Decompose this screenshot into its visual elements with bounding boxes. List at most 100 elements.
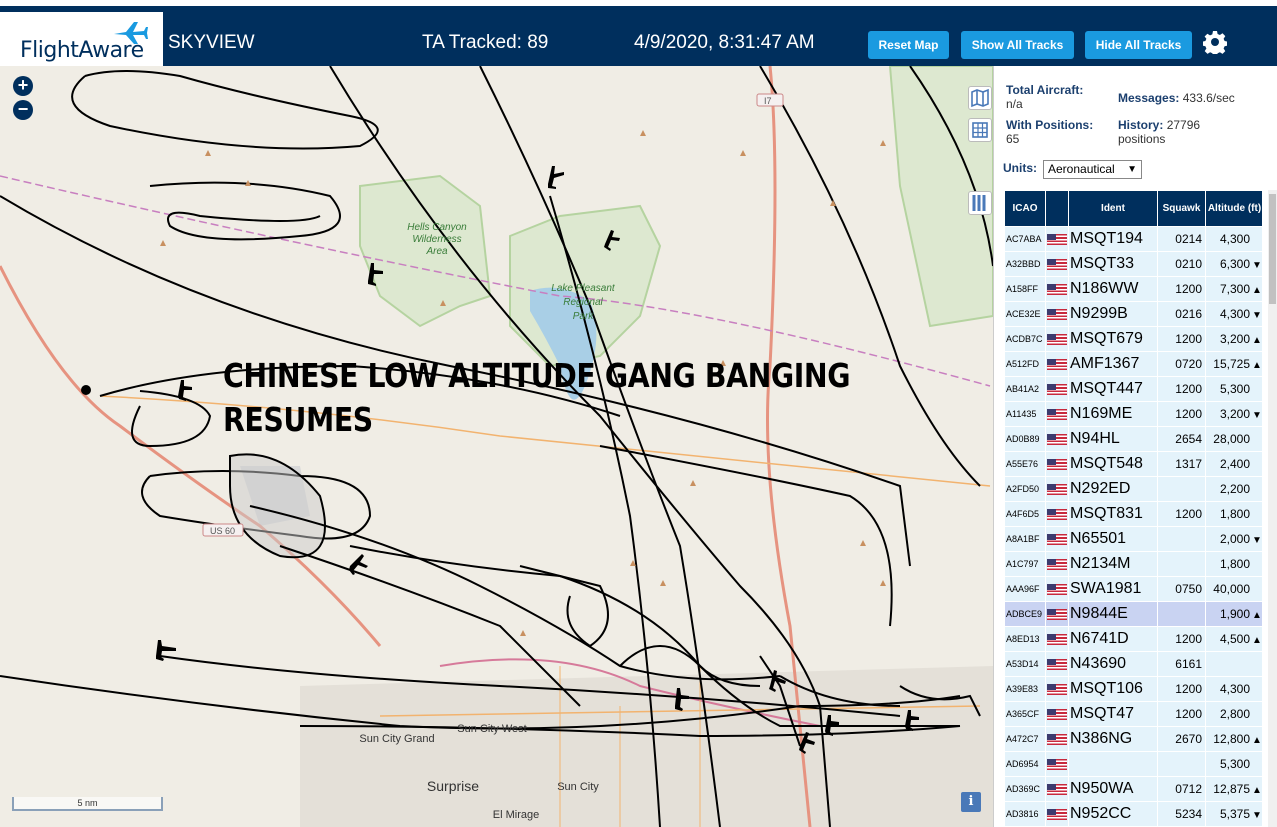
table-row[interactable]: A8A1BF N65501 2,000 ▼ [1005, 527, 1262, 551]
cell-squawk: 2670 [1158, 727, 1205, 751]
cell-flag [1046, 402, 1068, 426]
cell-altitude: 4,300 [1206, 677, 1262, 701]
table-row[interactable]: A8ED13 N6741D 1200 4,500 ▲ [1005, 627, 1262, 651]
us-flag-icon [1047, 784, 1067, 796]
cell-icao: AD6954 [1005, 752, 1045, 776]
altitude-value: 2,000 [1219, 532, 1250, 546]
altitude-value: 12,800 [1213, 732, 1250, 746]
label-hells-canyon: Hells Canyon [407, 222, 467, 233]
cell-flag [1046, 627, 1068, 651]
col-ident[interactable]: Ident [1069, 191, 1157, 226]
col-squawk[interactable]: Squawk [1158, 191, 1205, 226]
total-aircraft-value: n/a [1006, 97, 1023, 111]
zoom-in-button[interactable]: + [13, 76, 33, 96]
cell-altitude: 4,300 [1206, 227, 1262, 251]
table-row[interactable]: AD3816 N952CC 5234 5,375 ▼ [1005, 802, 1262, 826]
grid-toggle-button[interactable] [968, 118, 992, 142]
cell-altitude: 3,200 ▲ [1206, 327, 1262, 351]
cell-squawk: 1200 [1158, 377, 1205, 401]
us-flag-icon [1047, 259, 1067, 271]
units-select[interactable]: Aeronautical ▼ [1043, 160, 1142, 179]
zoom-out-button[interactable]: − [13, 100, 33, 120]
cell-icao: A8A1BF [1005, 527, 1045, 551]
cell-icao: A365CF [1005, 702, 1045, 726]
panel-toggle-button[interactable] [968, 191, 992, 215]
table-row[interactable]: AD0B89 N94HL 2654 28,000 [1005, 427, 1262, 451]
cell-altitude: 2,000 ▼ [1206, 527, 1262, 551]
cell-altitude: 5,300 [1206, 752, 1262, 776]
cell-altitude: 1,900 ▲ [1206, 602, 1262, 626]
col-altitude[interactable]: Altitude (ft) [1206, 191, 1262, 226]
aircraft-table-container[interactable]: ICAO Ident Squawk Altitude (ft) AC7ABA MS… [1004, 190, 1262, 827]
info-button[interactable]: i [961, 792, 981, 812]
table-row[interactable]: AC7ABA MSQT194 0214 4,300 [1005, 227, 1262, 251]
cell-icao: AD3816 [1005, 802, 1045, 826]
table-row[interactable]: A4F6D5 MSQT831 1200 1,800 [1005, 502, 1262, 526]
cell-flag [1046, 452, 1068, 476]
cell-squawk: 6161 [1158, 652, 1205, 676]
hide-all-tracks-button[interactable]: Hide All Tracks [1085, 31, 1192, 59]
cell-icao: A32BBD [1005, 252, 1045, 276]
label-park: Park [573, 311, 595, 322]
map-layers-button[interactable] [968, 86, 992, 110]
col-flag[interactable] [1046, 191, 1068, 226]
cell-ident: N9844E [1069, 602, 1157, 626]
table-row[interactable]: A472C7 N386NG 2670 12,800 ▲ [1005, 727, 1262, 751]
show-all-tracks-button[interactable]: Show All Tracks [961, 31, 1074, 59]
cell-ident: N292ED [1069, 477, 1157, 501]
us-flag-icon [1047, 584, 1067, 596]
cell-flag [1046, 677, 1068, 701]
cell-altitude: 7,300 ▲ [1206, 277, 1262, 301]
table-row[interactable]: ACDB7C MSQT679 1200 3,200 ▲ [1005, 327, 1262, 351]
us-flag-icon [1047, 709, 1067, 721]
us-flag-icon [1047, 759, 1067, 771]
us-flag-icon [1047, 534, 1067, 546]
altitude-value: 3,200 [1219, 332, 1250, 346]
scrollbar-thumb[interactable] [1269, 194, 1276, 304]
altitude-value: 40,000 [1213, 582, 1250, 596]
cell-altitude: 1,800 [1206, 552, 1262, 576]
table-row[interactable]: A365CF MSQT47 1200 2,800 [1005, 702, 1262, 726]
cell-squawk: 1317 [1158, 452, 1205, 476]
cell-altitude: 4,500 ▲ [1206, 627, 1262, 651]
cell-flag [1046, 277, 1068, 301]
cell-icao: ACDB7C [1005, 327, 1045, 351]
cell-altitude: 6,300 ▼ [1206, 252, 1262, 276]
table-row[interactable]: A158FF N186WW 1200 7,300 ▲ [1005, 277, 1262, 301]
label-area: Area [425, 246, 448, 257]
cell-flag [1046, 602, 1068, 626]
table-row[interactable]: AAA96F SWA1981 0750 40,000 [1005, 577, 1262, 601]
table-row[interactable]: A53D14 N43690 6161 [1005, 652, 1262, 676]
map-canvas[interactable]: Hells Canyon Wilderness Area Lake Pleasa… [0, 66, 993, 827]
cell-icao: ADBCE9 [1005, 602, 1045, 626]
table-row[interactable]: ADBCE9 N9844E 1,900 ▲ [1005, 602, 1262, 626]
table-row[interactable]: A11435 N169ME 1200 3,200 ▼ [1005, 402, 1262, 426]
gear-icon[interactable] [1203, 30, 1227, 54]
flightaware-logo[interactable]: FlightAware [0, 12, 163, 72]
table-row[interactable]: A2FD50 N292ED 2,200 [1005, 477, 1262, 501]
cell-altitude: 28,000 [1206, 427, 1262, 451]
altitude-value: 7,300 [1219, 282, 1250, 296]
altitude-value: 5,300 [1219, 382, 1250, 396]
table-row[interactable]: A39E83 MSQT106 1200 4,300 [1005, 677, 1262, 701]
cell-ident: N952CC [1069, 802, 1157, 826]
cell-squawk: 1200 [1158, 677, 1205, 701]
table-row[interactable]: AD369C N950WA 0712 12,875 ▲ [1005, 777, 1262, 801]
table-row[interactable]: A1C797 N2134M 1,800 [1005, 552, 1262, 576]
cell-flag [1046, 802, 1068, 826]
us-flag-icon [1047, 484, 1067, 496]
cell-ident: N9299B [1069, 302, 1157, 326]
cell-icao: ACE32E [1005, 302, 1045, 326]
cell-flag [1046, 502, 1068, 526]
table-row[interactable]: A55E76 MSQT548 1317 2,400 [1005, 452, 1262, 476]
cell-squawk: 0214 [1158, 227, 1205, 251]
table-row[interactable]: AB41A2 MSQT447 1200 5,300 [1005, 377, 1262, 401]
table-row[interactable]: ACE32E N9299B 0216 4,300 ▼ [1005, 302, 1262, 326]
reset-map-button[interactable]: Reset Map [868, 31, 949, 59]
cell-flag [1046, 227, 1068, 251]
table-row[interactable]: A512FD AMF1367 0720 15,725 ▲ [1005, 352, 1262, 376]
table-row[interactable]: AD6954 5,300 [1005, 752, 1262, 776]
col-icao[interactable]: ICAO [1005, 191, 1045, 226]
table-row[interactable]: A32BBD MSQT33 0210 6,300 ▼ [1005, 252, 1262, 276]
logo-text: FlightAware [20, 38, 144, 63]
